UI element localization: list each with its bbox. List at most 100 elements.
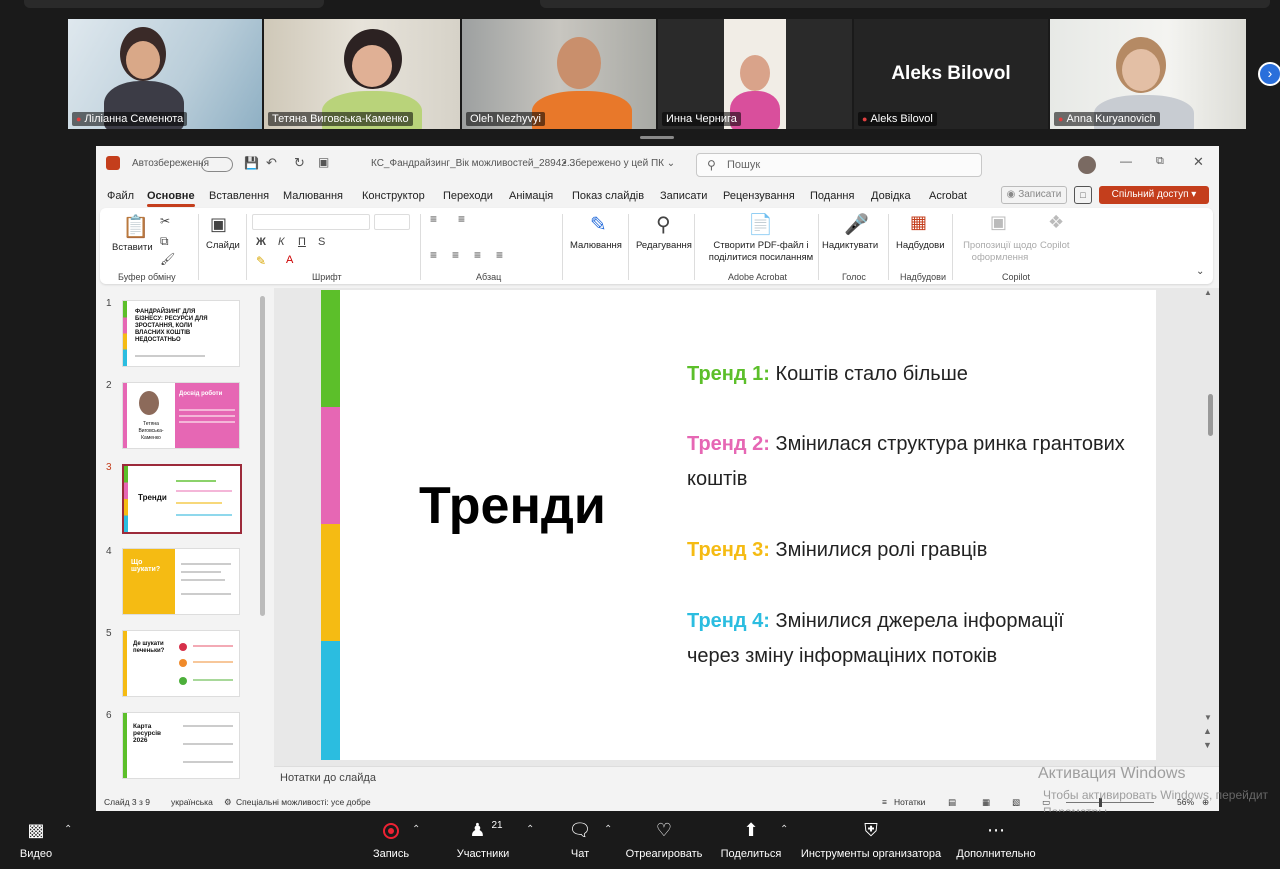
share-button[interactable]: Спільний доступ ▾ [1099, 186, 1209, 204]
numbering-icon[interactable]: ≡ [458, 212, 465, 226]
slide-scrollbar[interactable] [1208, 394, 1213, 436]
chat-options-chevron-icon[interactable]: ⌃ [604, 824, 612, 835]
tab-draw[interactable]: Малювання [283, 190, 343, 202]
font-family-select[interactable] [252, 214, 370, 230]
language-indicator[interactable]: українська [171, 797, 213, 807]
paste-button[interactable]: Вставити [112, 242, 153, 253]
host-tools-button[interactable]: ⛨ Инструменты организатора [800, 812, 942, 860]
more-button[interactable]: ⋯ Дополнительно [954, 812, 1038, 860]
save-status[interactable]: • Збережено у цей ПК ⌄ [563, 158, 675, 169]
drawing-button[interactable]: Малювання [570, 240, 622, 251]
slide-thumbnail[interactable]: Де шукати печеньки? [122, 630, 240, 697]
notes-toggle[interactable]: Нотатки [894, 797, 925, 807]
align-left-icon[interactable]: ≡ [430, 248, 437, 262]
tab-animations[interactable]: Анімація [509, 190, 553, 202]
addins-icon[interactable]: ▦ [910, 212, 927, 233]
save-icon[interactable]: 💾 [244, 156, 259, 170]
slide-thumbnail[interactable]: Карта ресурсів 2026 [122, 712, 240, 779]
tab-help[interactable]: Довідка [871, 190, 911, 202]
copy-icon[interactable]: ⧉ [160, 234, 169, 249]
cut-icon[interactable]: ✂ [160, 214, 170, 228]
participants-options-chevron-icon[interactable]: ⌃ [526, 824, 534, 835]
editing-button[interactable]: Редагування [636, 240, 692, 251]
record-options-chevron-icon[interactable]: ⌃ [412, 824, 420, 835]
align-right-icon[interactable]: ≡ [474, 248, 481, 262]
tab-record[interactable]: Записати [660, 190, 707, 202]
tab-file[interactable]: Файл [107, 190, 134, 202]
participant-tile[interactable]: ● Ліліанна Семенюта [68, 19, 262, 129]
find-icon[interactable]: ⚲ [656, 212, 671, 237]
tab-review[interactable]: Рецензування [723, 190, 795, 202]
share-options-chevron-icon[interactable]: ⌃ [780, 824, 788, 835]
search-box[interactable]: ⚲ Пошук [696, 153, 982, 177]
participant-tile-active[interactable]: Тетяна Виговська-Каменко [264, 19, 460, 129]
chat-button[interactable]: 🗨 Чат [566, 812, 594, 860]
participant-tile[interactable]: Oleh Nezhyvyi [462, 19, 656, 129]
video-options-chevron-icon[interactable]: ⌃ [64, 824, 72, 835]
new-slide-icon[interactable]: ▣ [210, 214, 227, 235]
paste-icon[interactable]: 📋 [122, 214, 149, 240]
next-slide-icon[interactable]: ▼ [1203, 740, 1212, 750]
tab-transitions[interactable]: Переходи [443, 190, 493, 202]
font-color-icon[interactable]: A [286, 254, 293, 266]
tab-view[interactable]: Подання [810, 190, 854, 202]
participant-tile-video-off[interactable]: Aleks Bilovol ● Aleks Bilovol [854, 19, 1048, 129]
tab-design[interactable]: Конструктор [362, 190, 425, 202]
tab-acrobat[interactable]: Acrobat [929, 190, 967, 202]
zoom-slider[interactable] [1066, 802, 1154, 803]
undo-icon[interactable]: ↶ [266, 155, 277, 171]
drawing-icon[interactable]: ✎ [590, 212, 607, 237]
slide-thumbnail[interactable]: Що шукати? [122, 548, 240, 615]
participant-tile[interactable]: Инна Чернига [658, 19, 852, 129]
format-painter-icon[interactable]: 🖌 [160, 252, 175, 266]
underline-icon[interactable]: П [298, 236, 306, 248]
slide-thumbnail[interactable]: ФАНДРАЙЗИНГ ДЛЯ БІЗНЕСУ: РЕСУРСИ ДЛЯ ЗРО… [122, 300, 240, 367]
minimize-icon[interactable]: — [1120, 154, 1132, 168]
tab-slideshow[interactable]: Показ слайдів [572, 190, 644, 202]
dictate-button[interactable]: Надиктувати [822, 240, 878, 251]
redo-icon[interactable]: ↻ [294, 155, 305, 171]
collapse-ribbon-icon[interactable]: ⌄ [1196, 266, 1204, 277]
notes-toggle-icon[interactable]: ≡ [882, 797, 887, 807]
normal-view-icon[interactable]: ▤ [948, 797, 956, 808]
bold-icon[interactable]: Ж [256, 236, 266, 248]
next-page-arrow-icon[interactable]: › [1258, 62, 1280, 86]
slide-thumbnail[interactable]: Досвід роботи Тетяна Виговська-Каменко [122, 382, 240, 449]
record-button[interactable]: ◉ Записати [1001, 186, 1067, 204]
accessibility-icon[interactable]: ⚙ [224, 797, 232, 808]
tab-insert[interactable]: Вставлення [209, 190, 269, 202]
microphone-icon[interactable]: 🎤 [844, 212, 869, 237]
video-button[interactable]: ▩ Видео [16, 812, 56, 860]
justify-icon[interactable]: ≡ [496, 248, 503, 262]
reading-view-icon[interactable]: ▧ [1012, 797, 1020, 808]
pdf-button-line2[interactable]: поділитися посиланням [704, 252, 818, 263]
font-size-select[interactable] [374, 214, 410, 230]
thumbnails-scrollbar[interactable] [260, 296, 265, 616]
user-avatar[interactable] [1078, 156, 1096, 174]
slides-button[interactable]: Слайди [206, 240, 240, 251]
record-button[interactable]: Запись [368, 812, 414, 860]
participant-tile[interactable]: ● Anna Kuryanovich [1050, 19, 1246, 129]
bullets-icon[interactable]: ≡ [430, 212, 437, 226]
autosave-toggle[interactable] [201, 157, 233, 172]
resize-handle[interactable] [640, 136, 674, 139]
scroll-down-icon[interactable]: ▼ [1204, 713, 1212, 722]
italic-icon[interactable]: К [278, 236, 284, 248]
pdf-button-line1[interactable]: Створити PDF-файл і [708, 240, 814, 251]
comments-icon[interactable]: □ [1074, 186, 1092, 204]
accessibility-status[interactable]: Спеціальні можливості: усе добре [236, 797, 371, 807]
share-screen-button[interactable]: ⬆ Поделиться [720, 812, 782, 860]
close-icon[interactable]: ✕ [1193, 154, 1204, 170]
pdf-share-icon[interactable]: 📄 [748, 212, 773, 237]
slide-thumbnail-selected[interactable]: Тренди [122, 464, 242, 534]
prev-slide-icon[interactable]: ▲ [1203, 726, 1212, 736]
slide-sorter-icon[interactable]: ▦ [982, 797, 990, 808]
scroll-up-icon[interactable]: ▲ [1204, 288, 1212, 297]
react-button[interactable]: ♡ Отреагировать [624, 812, 704, 860]
strikethrough-icon[interactable]: S [318, 236, 325, 248]
addins-button[interactable]: Надбудови [896, 240, 945, 251]
participants-button[interactable]: ♟ 21 Участники [452, 812, 514, 860]
restore-icon[interactable]: ⧉ [1156, 155, 1164, 168]
align-center-icon[interactable]: ≡ [452, 248, 459, 262]
present-icon[interactable]: ▣ [318, 155, 329, 169]
